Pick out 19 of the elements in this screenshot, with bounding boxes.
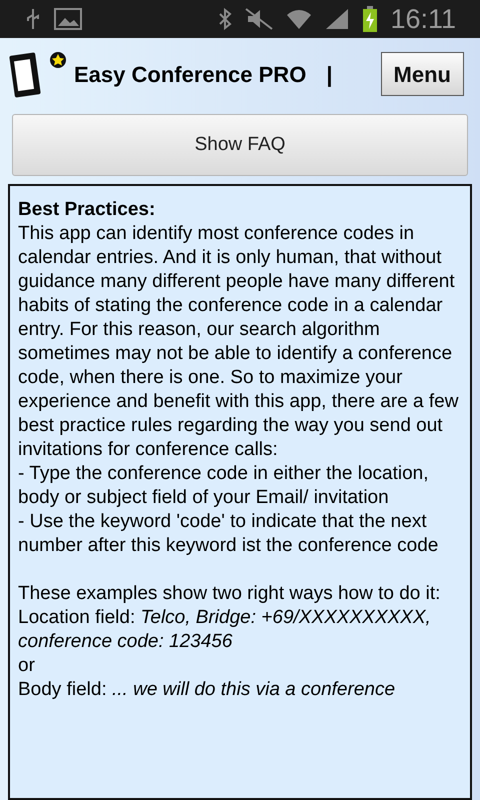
paragraph-text: This app can identify most conference codes in calendar entries. And it is only human, that without guidance many different people have many different habits of stating the conference code in a calendar entry. For this reason, our search algorithm sometimes may not be able to identify a conference code, when there is one. So to maximize your experience and benefit with this app, there are a few best practice rules regarding the way you send out invitations for conference calls: <box>18 222 460 462</box>
image-icon <box>54 7 82 31</box>
mute-icon <box>244 7 274 31</box>
title-separator: | <box>326 60 332 89</box>
menu-button[interactable]: Menu <box>380 52 464 96</box>
status-time: 16:11 <box>390 2 456 36</box>
wifi-icon <box>286 7 312 31</box>
section-heading: Best Practices: <box>18 198 156 222</box>
paragraph-text: - Use the keyword 'code' to indicate that the next number after this keyword ist the conference code <box>18 510 440 558</box>
paragraph-text: or <box>18 654 36 678</box>
paragraph-text: Body field: ... we will do this via a conference <box>18 678 396 702</box>
app-logo-icon <box>8 50 66 98</box>
app-title: Easy Conference PRO <box>74 60 306 89</box>
show-faq-button[interactable]: Show FAQ <box>12 114 468 176</box>
battery-icon <box>362 6 378 32</box>
signal-icon <box>324 7 350 31</box>
paragraph-text: - Type the conference code in either the location, body or subject field of your Email/ invitation <box>18 462 430 510</box>
paragraph-text: These examples show two right ways how to do it: <box>18 582 442 606</box>
bluetooth-icon <box>218 7 232 31</box>
